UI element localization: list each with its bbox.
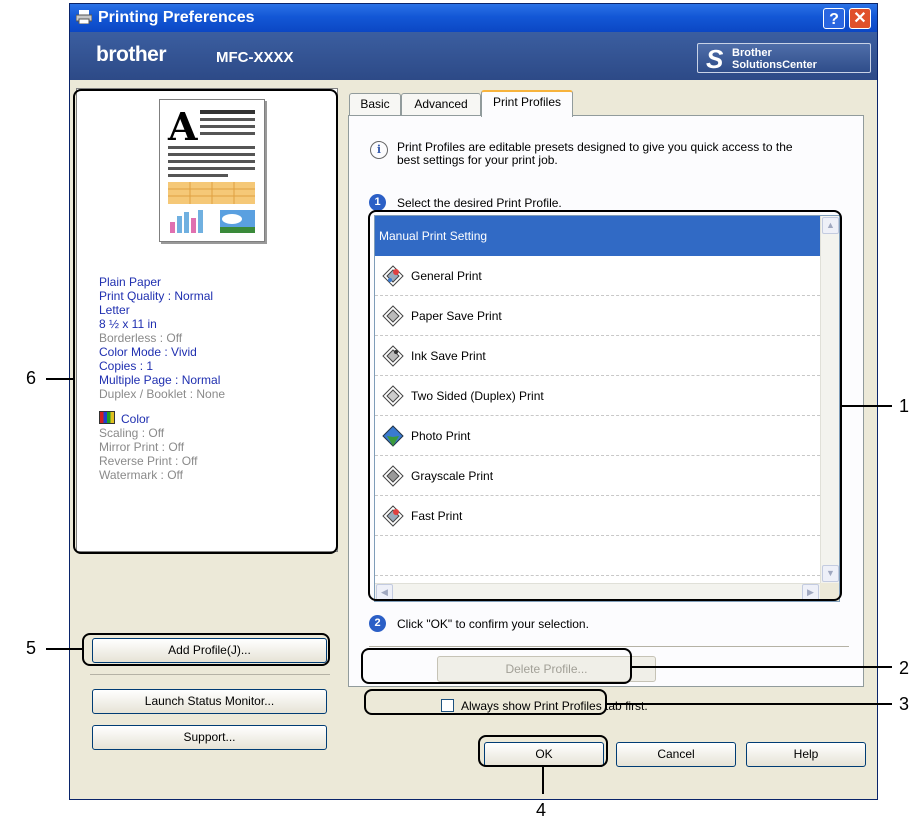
callout-3-label: 3 <box>899 694 910 714</box>
solutions-center-logo: S <box>706 44 724 74</box>
left-separator <box>90 674 330 675</box>
tab-advanced[interactable]: Advanced <box>401 93 481 115</box>
callout-2-label: 2 <box>899 658 910 678</box>
solutions-center-button[interactable]: S Brother SolutionsCenter <box>697 43 871 74</box>
window-title: Printing Preferences <box>98 9 255 26</box>
title-bar[interactable]: Printing Preferences ? ✕ <box>70 4 877 32</box>
brand-bar: brother MFC-XXXX S Brother SolutionsCent… <box>70 32 877 80</box>
solutions-center-line1: Brother <box>732 47 772 59</box>
callout-5-label: 5 <box>26 638 37 658</box>
callout-6-label: 6 <box>26 368 37 388</box>
step-1-badge: 1 <box>369 194 386 211</box>
help-button[interactable]: Help <box>746 742 866 767</box>
brother-logo: brother <box>96 43 167 66</box>
step-1-text: Select the desired Print Profile. <box>397 196 562 210</box>
callout-2-ring <box>361 648 632 684</box>
callout-6-ring <box>73 89 338 554</box>
callout-2-line <box>632 666 892 668</box>
solutions-center-line2: SolutionsCenter <box>732 59 817 71</box>
launch-status-monitor-button[interactable]: Launch Status Monitor... <box>92 689 327 714</box>
callout-3-line <box>607 703 892 705</box>
step-2-badge: 2 <box>369 615 386 632</box>
support-button[interactable]: Support... <box>92 725 327 750</box>
info-text-line2: best settings for your print job. <box>397 153 558 167</box>
callout-4-ring <box>478 735 608 767</box>
step-2-text: Click "OK" to confirm your selection. <box>397 617 589 631</box>
info-icon: i <box>370 141 388 159</box>
model-name: MFC-XXXX <box>216 49 294 66</box>
callout-1-ring <box>368 210 842 601</box>
printer-app-icon <box>76 10 92 24</box>
callout-3-ring <box>364 689 607 715</box>
close-button[interactable]: ✕ <box>849 8 871 29</box>
callout-1-label: 1 <box>899 396 910 416</box>
title-help-button[interactable]: ? <box>823 8 845 29</box>
info-description: Print Profiles are editable presets desi… <box>397 141 793 167</box>
tab-print-profiles[interactable]: Print Profiles <box>481 90 573 117</box>
callout-5-ring <box>82 633 330 666</box>
callout-1-line <box>842 405 892 407</box>
callout-4-line <box>542 767 544 794</box>
pane-separator <box>369 646 849 647</box>
callout-6-line <box>46 378 73 380</box>
callout-4-label: 4 <box>536 800 547 820</box>
callout-5-line <box>46 648 82 650</box>
tab-basic[interactable]: Basic <box>349 93 401 115</box>
solutions-center-label: Brother SolutionsCenter <box>732 47 817 71</box>
cancel-button[interactable]: Cancel <box>616 742 736 767</box>
